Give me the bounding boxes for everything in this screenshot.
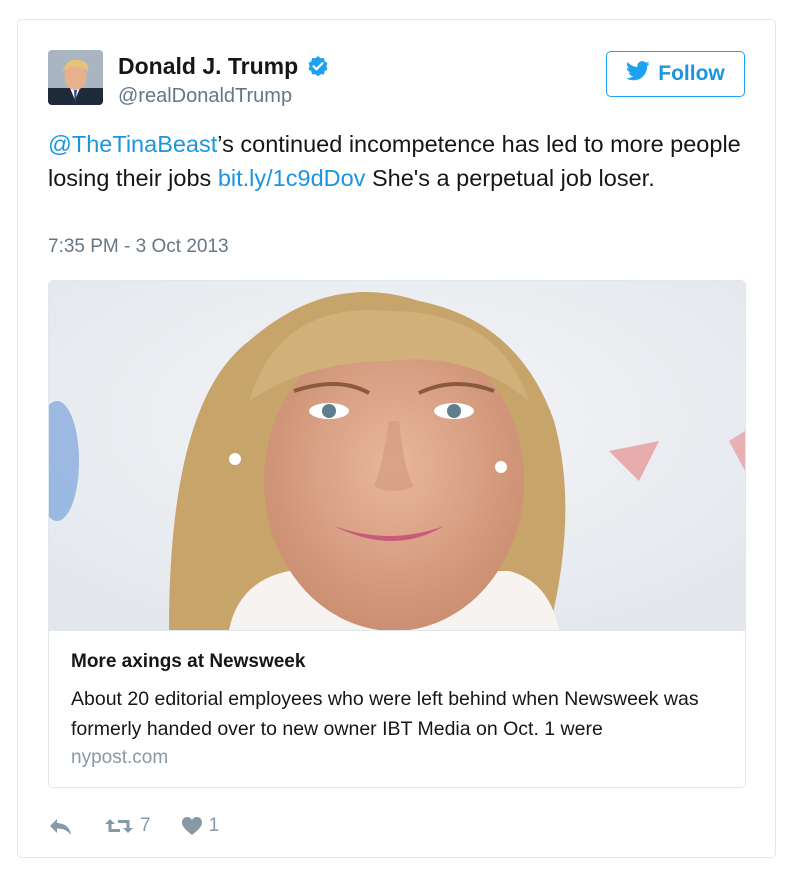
- twitter-bird-icon: [626, 61, 650, 87]
- follow-label: Follow: [658, 62, 725, 85]
- link-card[interactable]: More axings at Newsweek About 20 editori…: [48, 280, 746, 788]
- like-button[interactable]: 1: [181, 815, 220, 837]
- tweet-text-part2: She's a perpetual job loser.: [365, 165, 655, 191]
- reply-button[interactable]: [48, 816, 74, 836]
- short-link[interactable]: bit.ly/1c9dDov: [218, 165, 366, 191]
- user-handle[interactable]: @realDonaldTrump: [118, 85, 292, 108]
- heart-icon: [181, 816, 203, 836]
- display-name[interactable]: Donald J. Trump: [118, 53, 330, 80]
- avatar[interactable]: [48, 50, 103, 105]
- tweet-card: Donald J. Trump @realDonaldTrump Follow …: [17, 19, 776, 858]
- retweet-count: 7: [140, 815, 151, 836]
- like-count: 1: [208, 815, 220, 836]
- verified-badge-icon: [306, 55, 330, 79]
- retweet-icon: [104, 816, 134, 836]
- tweet-actions: 7 1: [48, 812, 219, 840]
- card-body[interactable]: More axings at Newsweek About 20 editori…: [49, 630, 745, 787]
- follow-button[interactable]: Follow: [606, 51, 745, 97]
- mention-link[interactable]: @TheTinaBeast: [48, 131, 217, 157]
- reply-icon: [48, 816, 74, 836]
- tweet-text: @TheTinaBeast’s continued incompetence h…: [48, 127, 748, 195]
- tweet-timestamp[interactable]: 7:35 PM - 3 Oct 2013: [48, 236, 229, 258]
- card-image[interactable]: [49, 281, 745, 630]
- card-title[interactable]: More axings at Newsweek: [71, 651, 305, 673]
- card-description: About 20 editorial employees who were le…: [71, 688, 699, 740]
- display-name-text[interactable]: Donald J. Trump: [118, 53, 298, 80]
- card-domain: nypost.com: [71, 747, 169, 768]
- retweet-button[interactable]: 7: [104, 815, 151, 837]
